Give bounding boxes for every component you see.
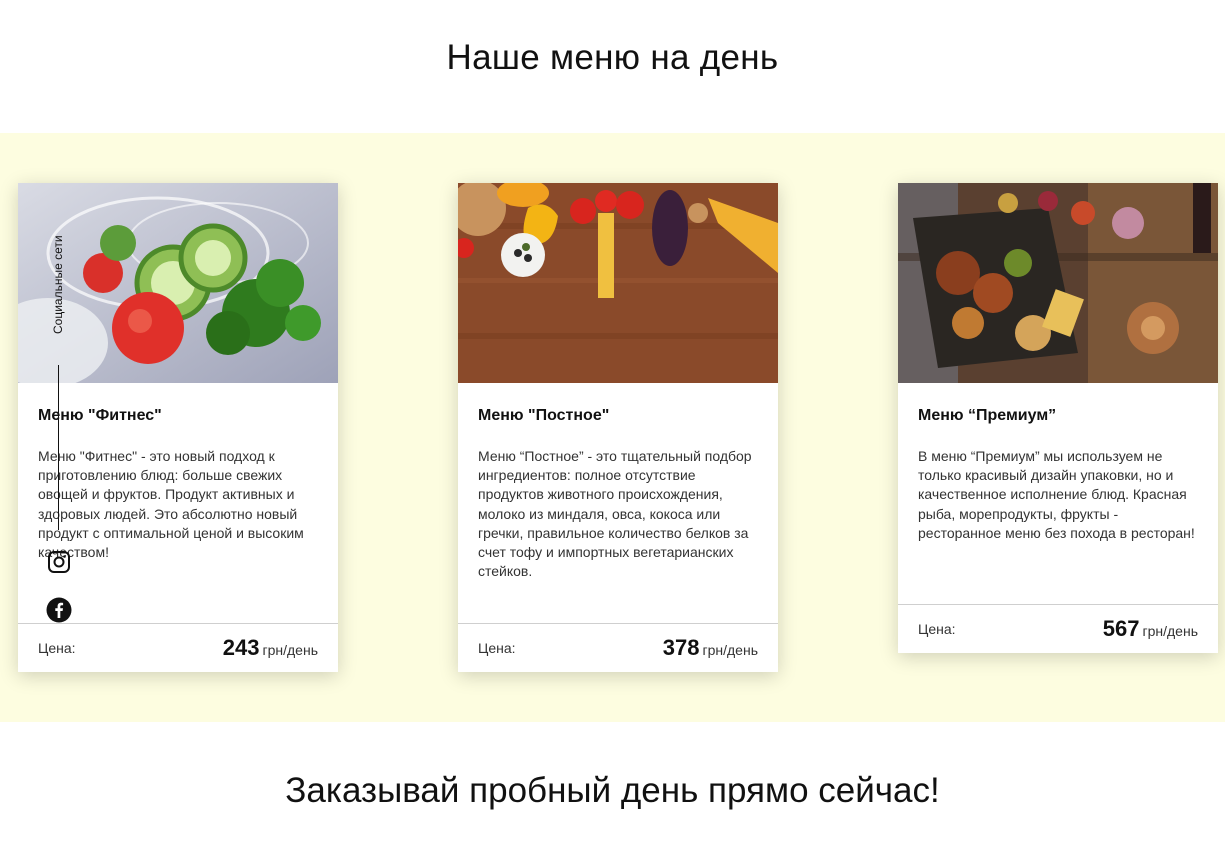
social-label: Социальные сети [51, 235, 65, 335]
menu-card-premium[interactable]: Меню “Премиум” В меню “Премиум” мы испол… [898, 183, 1218, 653]
price-label: Цена: [918, 621, 956, 637]
section-title: Наше меню на день [446, 38, 779, 77]
facebook-icon[interactable] [46, 597, 72, 623]
price-amount: 378 [662, 635, 700, 660]
cta-heading: Заказывай пробный день прямо сейчас! [285, 771, 940, 810]
price-label: Цена: [38, 640, 76, 656]
card-title: Меню "Постное" [478, 407, 610, 424]
price-unit: грн/день [1142, 623, 1199, 639]
feast-photo [898, 183, 1218, 383]
social-divider [58, 365, 59, 530]
menu-section: Меню "Фитнес" Меню "Фитнес" - это новый … [0, 133, 1225, 722]
menu-card-lenten[interactable]: Меню "Постное" Меню “Постное” - это тщат… [458, 183, 778, 672]
card-price-row: Цена: 378 грн/день [458, 623, 778, 672]
price-unit: грн/день [262, 642, 319, 658]
card-description: Меню "Фитнес" - это новый подход к приго… [38, 448, 304, 561]
price-value: 567 грн/день [1103, 616, 1198, 642]
price-value: 378 грн/день [663, 635, 758, 661]
card-price-row: Цена: 243 грн/день [18, 623, 338, 672]
card-title: Меню "Фитнес" [38, 407, 162, 424]
instagram-icon[interactable] [47, 550, 71, 574]
price-unit: грн/день [702, 642, 759, 658]
price-amount: 567 [1102, 616, 1140, 641]
price-value: 243 грн/день [223, 635, 318, 661]
card-description: В меню “Премиум” мы используем не только… [918, 448, 1195, 541]
price-amount: 243 [222, 635, 260, 660]
price-label: Цена: [478, 640, 516, 656]
card-price-row: Цена: 567 грн/день [898, 604, 1218, 653]
vegetables-photo [458, 183, 778, 383]
card-title: Меню “Премиум” [918, 407, 1057, 424]
social-sidebar: Социальные сети [40, 220, 80, 630]
card-description: Меню “Постное” - это тщательный подбор и… [478, 448, 752, 580]
